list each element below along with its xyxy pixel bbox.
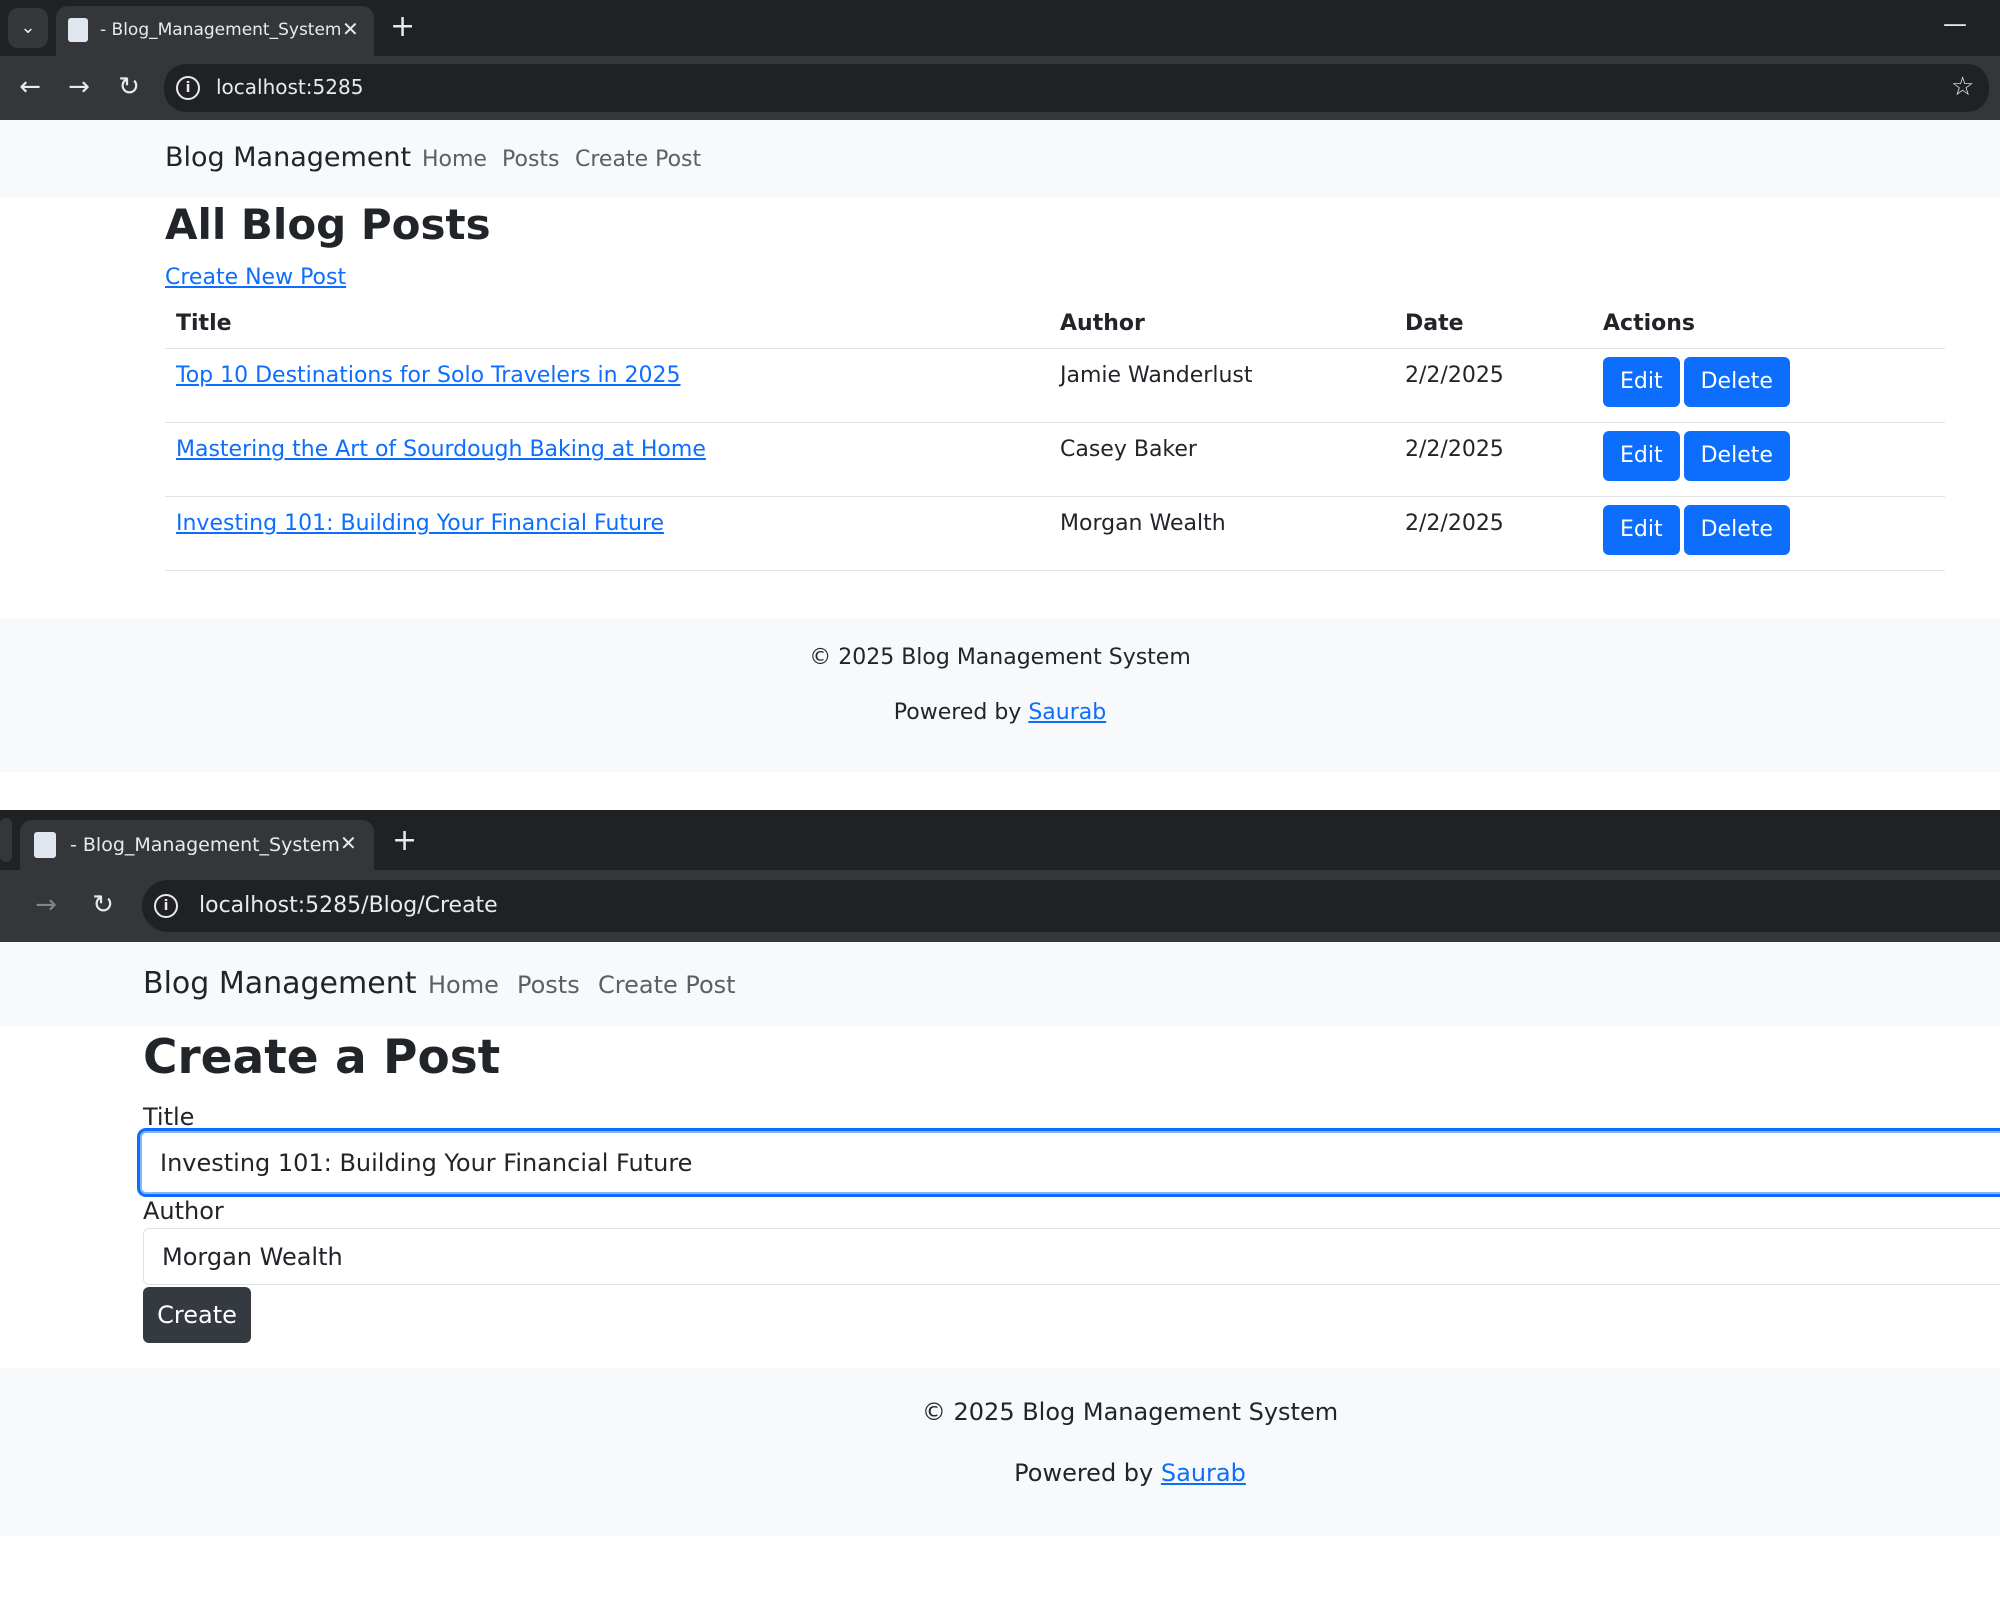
nav-link-home[interactable]: Home	[422, 147, 487, 172]
table-header-row: Title Author Date Actions	[165, 298, 1945, 349]
site-footer: © 2025 Blog Management System Powered by…	[0, 1368, 2000, 1536]
footer-copyright: © 2025 Blog Management System	[921, 1398, 1339, 1426]
tab-close-icon[interactable]: ✕	[342, 17, 359, 41]
title-field-label: Title	[143, 1103, 195, 1131]
post-author: Morgan Wealth	[1049, 496, 1394, 571]
author-link[interactable]: Saurab	[1161, 1459, 1246, 1487]
author-link[interactable]: Saurab	[1028, 700, 1106, 725]
screenshot-divider	[0, 772, 2000, 810]
footer-powered-by: Powered by Saurab	[0, 700, 2000, 725]
powered-by-text: Powered by	[1014, 1459, 1154, 1487]
edit-button[interactable]: Edit	[1603, 505, 1680, 555]
tab-strip: ⌄ - Blog_Management_System ✕ + —	[0, 0, 2000, 56]
tab-title: - Blog_Management_System	[70, 834, 340, 856]
create-new-post-link[interactable]: Create New Post	[165, 265, 346, 290]
column-header-date: Date	[1394, 298, 1592, 349]
url-text: localhost:5285/Blog/Create	[199, 893, 498, 918]
new-tab-button[interactable]: +	[392, 826, 417, 856]
column-header-title: Title	[165, 298, 1049, 349]
title-input[interactable]: Investing 101: Building Your Financial F…	[140, 1131, 2000, 1194]
footer-powered-by: Powered by Saurab	[130, 1459, 2000, 1487]
nav-link-posts[interactable]: Posts	[502, 147, 560, 172]
site-navbar: Blog Management Home Posts Create Post	[0, 120, 2000, 198]
post-date: 2/2/2025	[1394, 348, 1592, 423]
post-date: 2/2/2025	[1394, 422, 1592, 497]
site-footer: © 2025 Blog Management System Powered by…	[0, 618, 2000, 772]
browser-toolbar: → ↻ i localhost:5285/Blog/Create	[0, 870, 2000, 942]
page-title: Create a Post	[143, 1030, 501, 1085]
reload-icon[interactable]: ↻	[111, 72, 147, 102]
tab-blog-management[interactable]: - Blog_Management_System ✕	[20, 820, 374, 870]
nav-link-home[interactable]: Home	[428, 971, 499, 999]
nav-link-posts[interactable]: Posts	[517, 971, 580, 999]
post-title-link[interactable]: Top 10 Destinations for Solo Travelers i…	[176, 363, 681, 388]
post-author: Jamie Wanderlust	[1049, 348, 1394, 423]
posts-table: Title Author Date Actions Top 10 Destina…	[165, 298, 1945, 571]
delete-button[interactable]: Delete	[1683, 431, 1790, 481]
site-info-icon[interactable]: i	[154, 894, 178, 918]
table-row: Mastering the Art of Sourdough Baking at…	[165, 422, 1945, 497]
navbar-brand[interactable]: Blog Management	[143, 966, 416, 1001]
create-button[interactable]: Create	[143, 1287, 251, 1343]
author-field-label: Author	[143, 1197, 224, 1225]
new-tab-button[interactable]: +	[390, 12, 415, 42]
tab-blog-management[interactable]: - Blog_Management_System ✕	[56, 6, 374, 56]
column-header-author: Author	[1049, 298, 1394, 349]
post-title-link[interactable]: Mastering the Art of Sourdough Baking at…	[176, 437, 706, 462]
tab-strip: - Blog_Management_System ✕ +	[0, 810, 2000, 870]
tab-title: - Blog_Management_System	[100, 20, 342, 40]
site-navbar: Blog Management Home Posts Create Post	[0, 942, 2000, 1026]
edit-button[interactable]: Edit	[1603, 357, 1680, 407]
page-title: All Blog Posts	[165, 200, 491, 249]
delete-button[interactable]: Delete	[1683, 505, 1790, 555]
tab-list-icon[interactable]: ⌄	[8, 8, 48, 48]
post-date: 2/2/2025	[1394, 496, 1592, 571]
author-input[interactable]: Morgan Wealth	[143, 1228, 2000, 1285]
footer-copyright: © 2025 Blog Management System	[809, 645, 1191, 670]
tab-list-icon[interactable]	[0, 818, 12, 862]
address-bar[interactable]: i localhost:5285/Blog/Create	[142, 880, 2000, 932]
powered-by-text: Powered by	[893, 700, 1022, 725]
post-title-link[interactable]: Investing 101: Building Your Financial F…	[176, 511, 664, 536]
nav-link-create-post[interactable]: Create Post	[598, 971, 736, 999]
tab-close-icon[interactable]: ✕	[340, 831, 357, 855]
reload-icon[interactable]: ↻	[85, 890, 121, 920]
title-input-value: Investing 101: Building Your Financial F…	[160, 1149, 693, 1177]
url-text: localhost:5285	[216, 75, 364, 99]
page-favicon-icon	[68, 18, 88, 42]
forward-arrow-icon[interactable]: →	[28, 890, 64, 920]
author-input-value: Morgan Wealth	[162, 1243, 343, 1271]
minimize-icon[interactable]: —	[1943, 10, 1967, 38]
nav-link-create-post[interactable]: Create Post	[575, 147, 701, 172]
page-favicon-icon	[34, 832, 56, 858]
edit-button[interactable]: Edit	[1603, 431, 1680, 481]
table-row: Top 10 Destinations for Solo Travelers i…	[165, 348, 1945, 423]
site-info-icon[interactable]: i	[176, 76, 200, 100]
column-header-actions: Actions	[1592, 298, 1945, 349]
delete-button[interactable]: Delete	[1683, 357, 1790, 407]
post-author: Casey Baker	[1049, 422, 1394, 497]
browser-toolbar: ← → ↻ i localhost:5285 ☆	[0, 56, 2000, 120]
back-arrow-icon[interactable]: ←	[12, 72, 48, 102]
navbar-brand[interactable]: Blog Management	[165, 142, 411, 173]
bookmark-star-icon[interactable]: ☆	[1951, 72, 1974, 102]
address-bar[interactable]: i localhost:5285 ☆	[164, 64, 1989, 112]
table-row: Investing 101: Building Your Financial F…	[165, 496, 1945, 571]
forward-arrow-icon[interactable]: →	[61, 72, 97, 102]
